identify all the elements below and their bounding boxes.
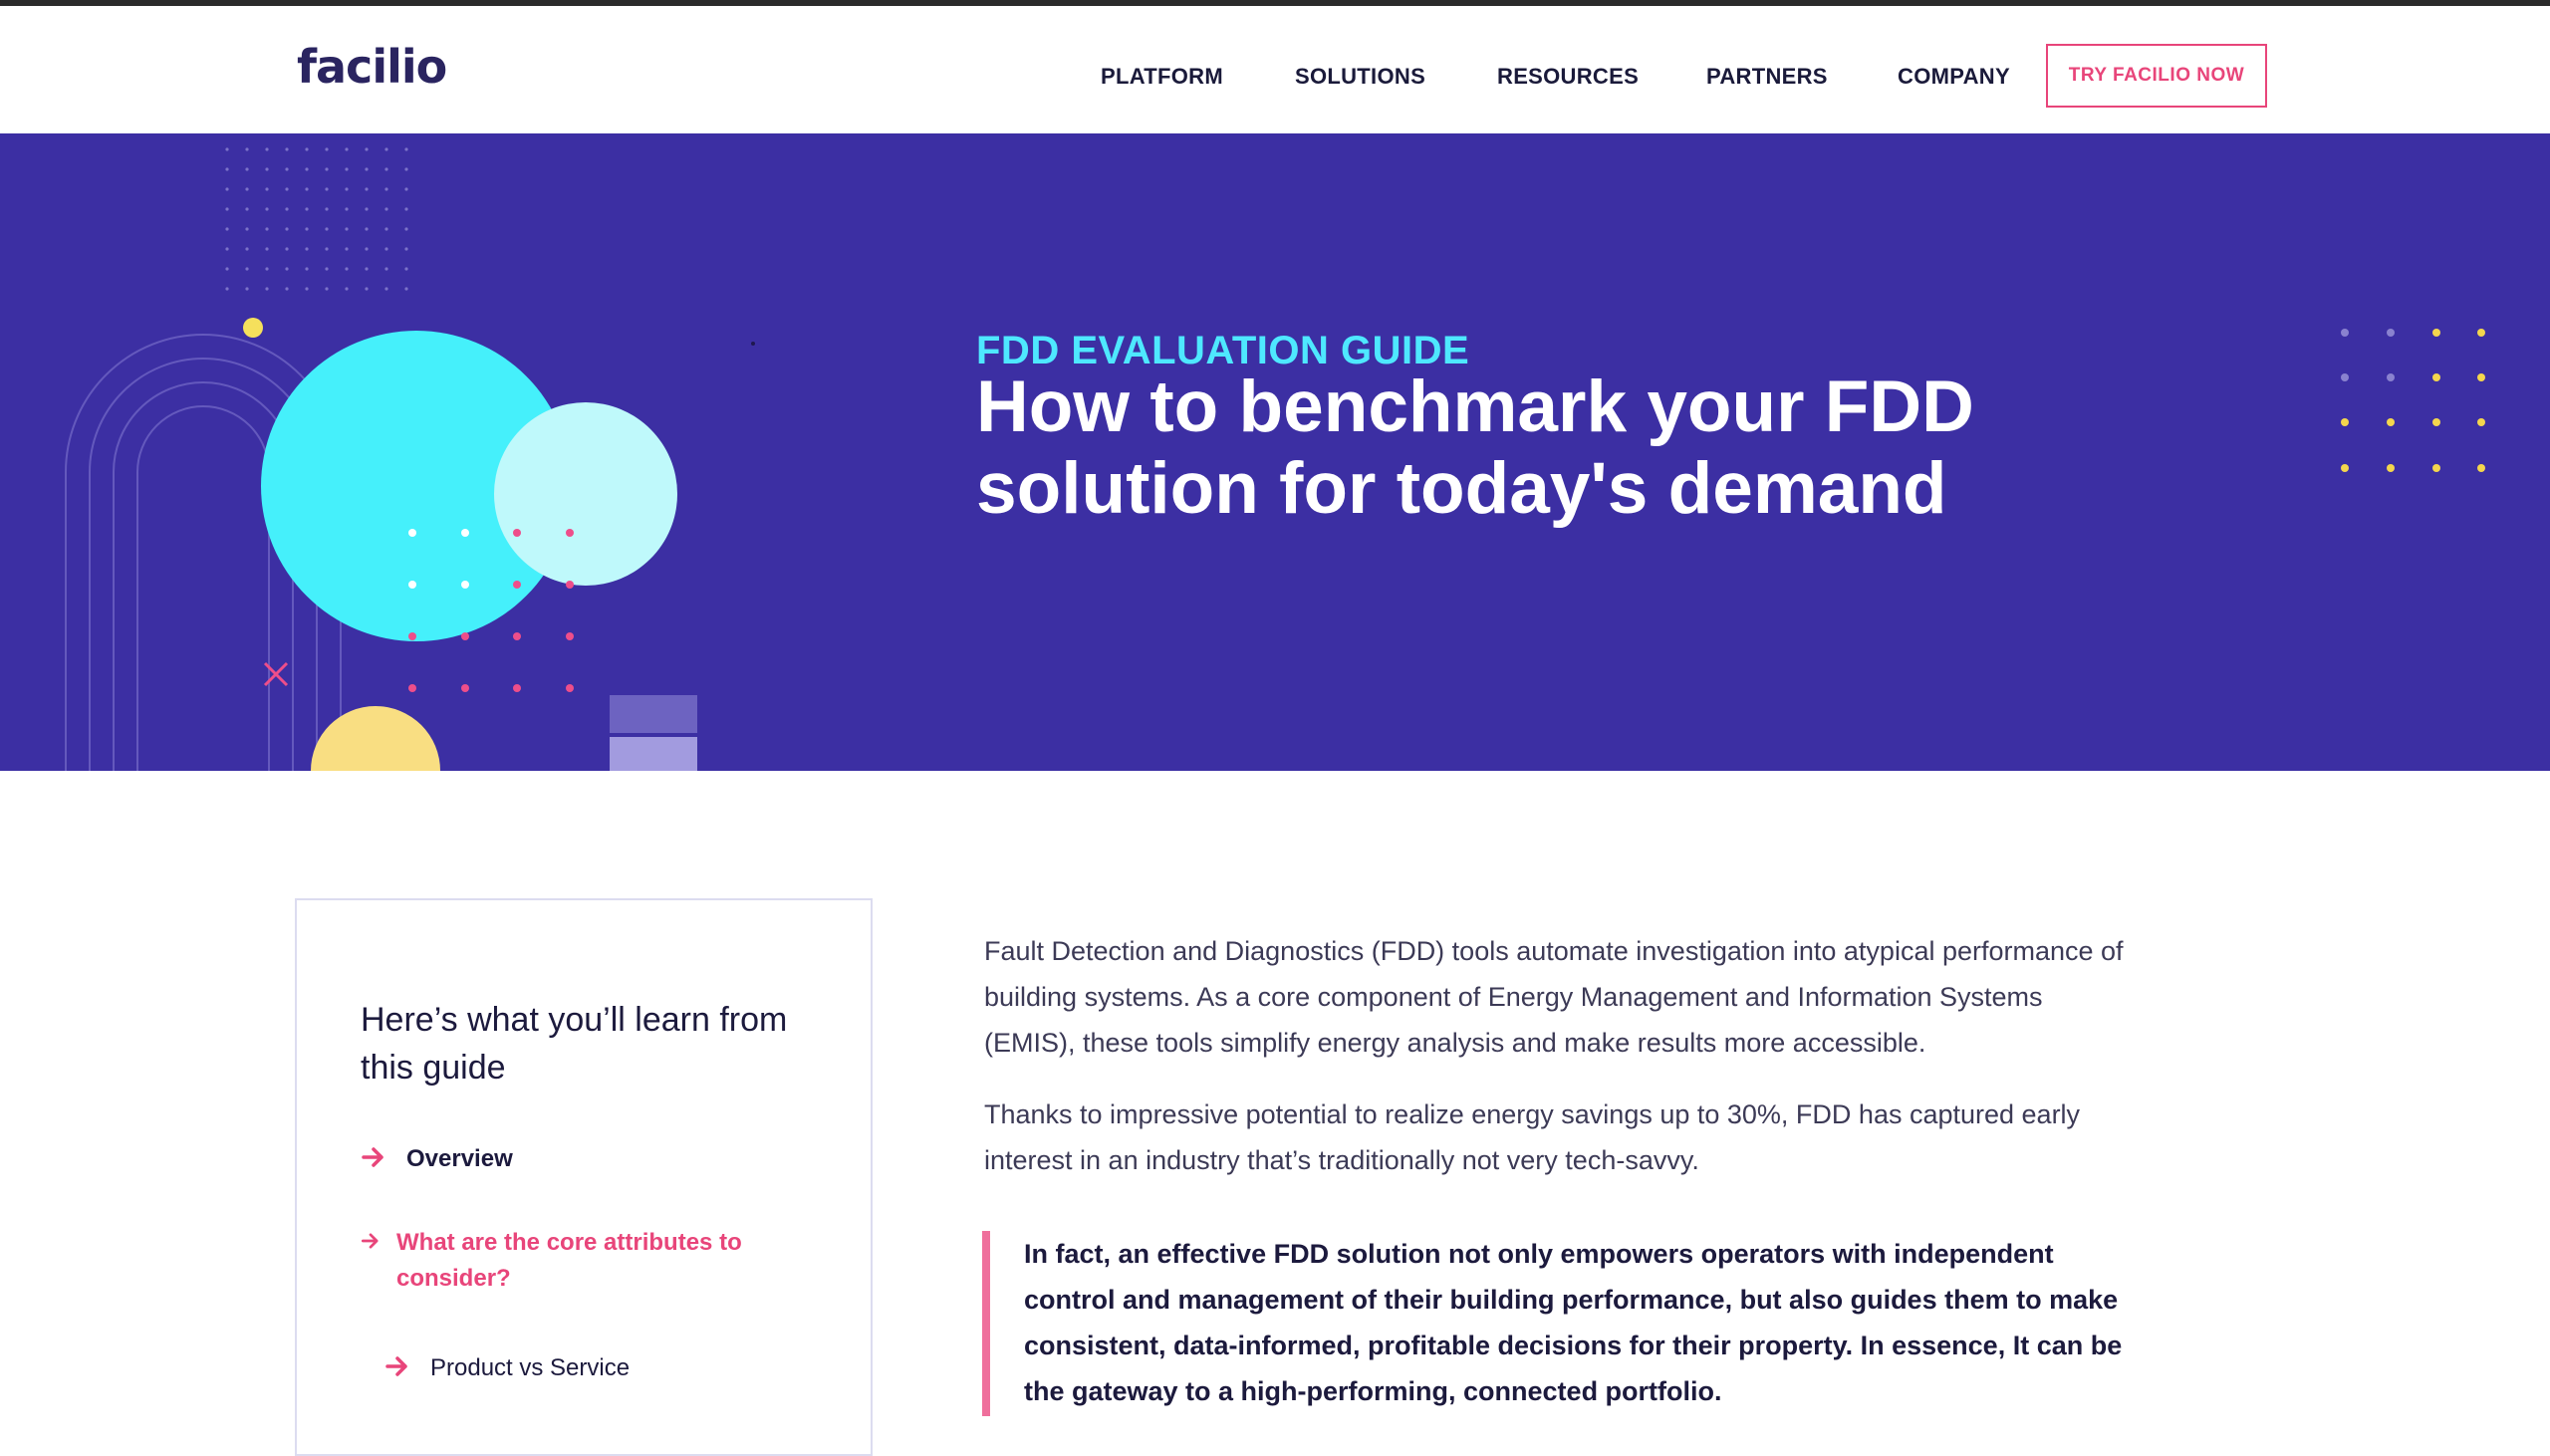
toc-item-overview[interactable]: Overview [361,1141,513,1177]
guide-contents-card: Here’s what you’ll learn from this guide… [295,898,873,1456]
nav-resources[interactable]: RESOURCES [1497,64,1639,90]
hero-title-line-1: How to benchmark your FDD [976,366,1974,447]
hero-dot-grid-right [2341,329,2485,426]
nav-partners[interactable]: PARTNERS [1706,64,1828,90]
hero-dot-grid-right-bottom [2341,464,2485,472]
arrow-right-icon [385,1356,407,1376]
toc-item-label: Overview [406,1145,513,1172]
hero-title-line-2: solution for today's demand [976,448,1947,529]
intro-paragraph-2: Thanks to impressive potential to realiz… [984,1099,2081,1175]
tiny-dark-dot [751,342,755,346]
arrow-right-icon [361,1233,379,1249]
hero-illustration [65,147,755,771]
toc-title: Here’s what you’ll learn from this guide [361,1001,788,1087]
toc-item-label: Product vs Service [430,1354,631,1381]
light-cyan-circle [494,402,677,586]
toc-item-label: What are the core attributes to consider… [396,1229,742,1292]
yellow-half-circle [311,706,440,771]
dot-grid-top-left [225,147,408,291]
try-facilio-button[interactable]: TRY FACILIO NOW [2046,44,2267,108]
nav-solutions[interactable]: SOLUTIONS [1295,64,1425,90]
intro-paragraph-1: Fault Detection and Diagnostics (FDD) to… [984,936,2124,1058]
lavender-block-bottom [610,737,697,771]
toc-item-product-vs-service[interactable]: Product vs Service [384,1350,630,1386]
hero-banner: FDD EVALUATION GUIDE How to benchmark yo… [0,133,2550,771]
highlight-quote: In fact, an effective FDD solution not o… [1024,1239,2123,1406]
hero-title: How to benchmark your FDD solution for t… [976,366,2171,530]
small-yellow-dot [243,318,263,338]
quote-accent-bar [982,1231,990,1416]
lavender-block-top [610,695,697,733]
nav-company[interactable]: COMPANY [1898,64,2010,90]
article-intro: Fault Detection and Diagnostics (FDD) to… [984,928,2130,1209]
toc-item-core-attributes[interactable]: What are the core attributes to consider… [361,1225,799,1297]
nav-platform[interactable]: PLATFORM [1101,64,1223,90]
facilio-logo[interactable]: facilio [297,40,447,94]
arrow-right-icon [362,1147,383,1167]
site-header: facilio PLATFORM SOLUTIONS RESOURCES PAR… [0,6,2550,133]
